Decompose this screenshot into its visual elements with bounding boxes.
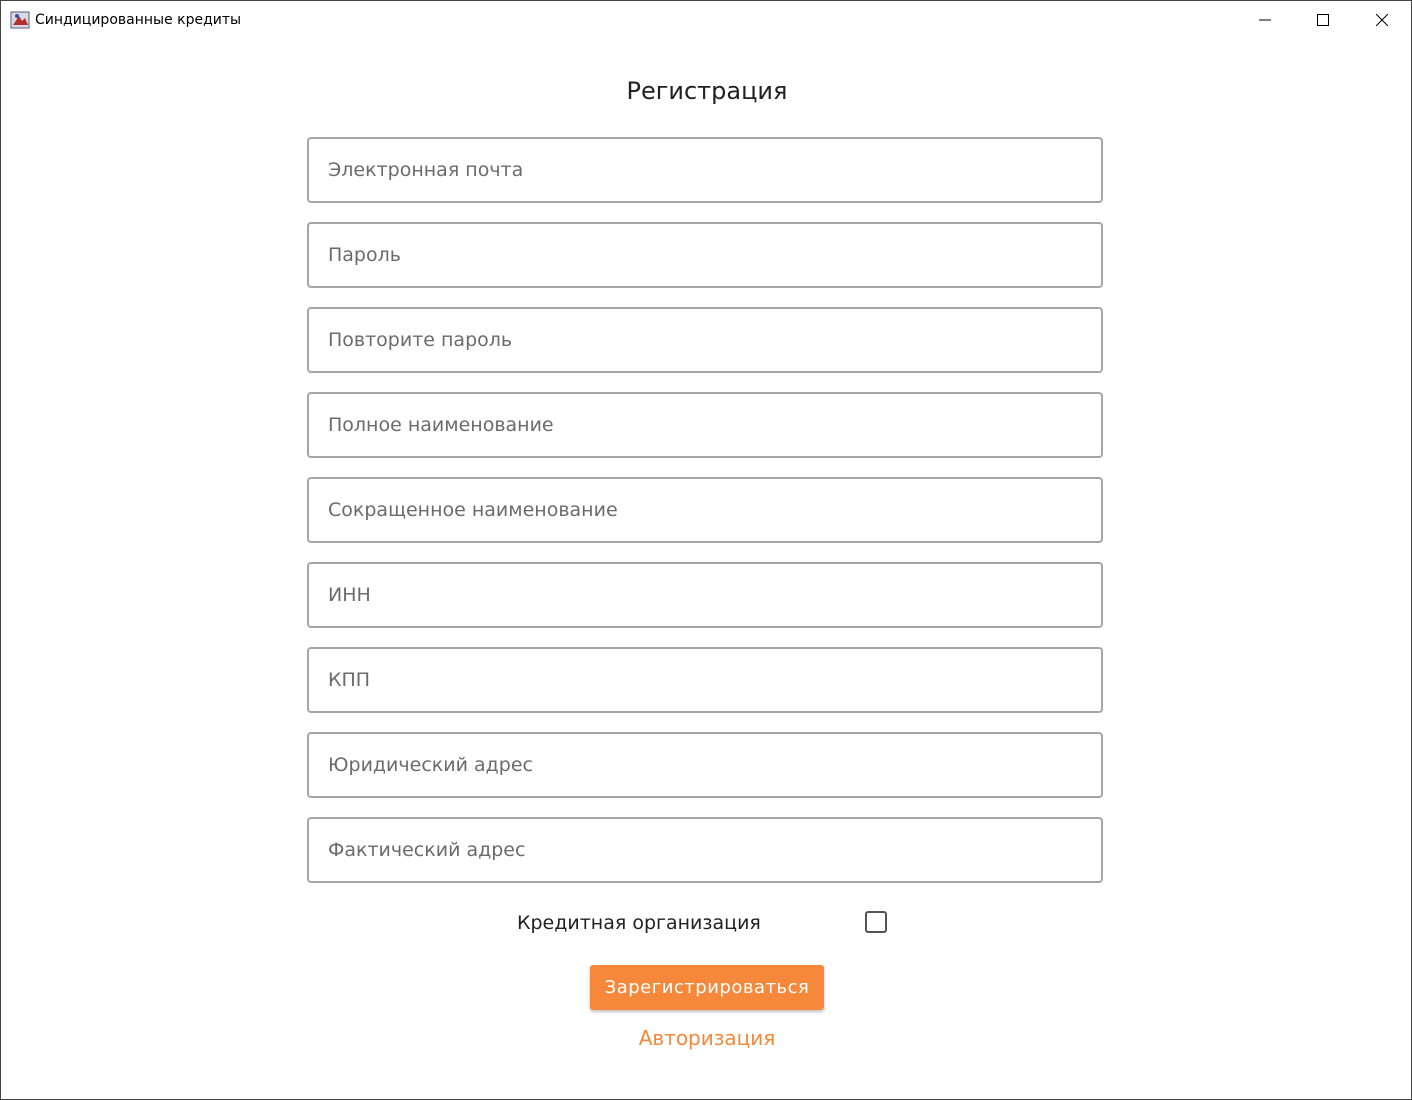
inn-field[interactable]: [307, 562, 1103, 628]
password-field[interactable]: [307, 222, 1103, 288]
maximize-icon: [1317, 14, 1329, 26]
email-input[interactable]: [309, 139, 1101, 201]
legal-address-input[interactable]: [309, 734, 1101, 796]
password-input[interactable]: [309, 224, 1101, 286]
short-name-input[interactable]: [309, 479, 1101, 541]
app-window: Синдицированные кредиты Регистрация Элек…: [0, 0, 1412, 1100]
repeat-password-input[interactable]: [309, 309, 1101, 371]
full-name-field[interactable]: [307, 392, 1103, 458]
repeat-password-field[interactable]: [307, 307, 1103, 373]
maximize-button[interactable]: [1294, 1, 1352, 39]
window-title: Синдицированные кредиты: [35, 12, 242, 28]
short-name-field[interactable]: [307, 477, 1103, 543]
title-bar[interactable]: Синдицированные кредиты: [1, 1, 1411, 39]
actual-address-input[interactable]: [309, 819, 1101, 881]
login-link[interactable]: Авторизация: [1, 1026, 1412, 1050]
page-title: Регистрация: [626, 77, 788, 105]
kpp-field[interactable]: [307, 647, 1103, 713]
minimize-button[interactable]: [1236, 1, 1294, 39]
credit-organization-row: Кредитная организация: [1, 906, 1412, 940]
kpp-input[interactable]: [309, 649, 1101, 711]
credit-organization-checkbox[interactable]: [865, 911, 887, 933]
actual-address-field[interactable]: [307, 817, 1103, 883]
close-icon: [1376, 14, 1388, 26]
java-app-icon: [10, 11, 30, 29]
minimize-icon: [1259, 19, 1271, 21]
register-button[interactable]: Зарегистрироваться: [590, 965, 824, 1010]
full-name-input[interactable]: [309, 394, 1101, 456]
close-button[interactable]: [1353, 1, 1411, 39]
email-field[interactable]: [307, 137, 1103, 203]
legal-address-field[interactable]: [307, 732, 1103, 798]
credit-organization-label: Кредитная организация: [517, 912, 761, 934]
inn-input[interactable]: [309, 564, 1101, 626]
